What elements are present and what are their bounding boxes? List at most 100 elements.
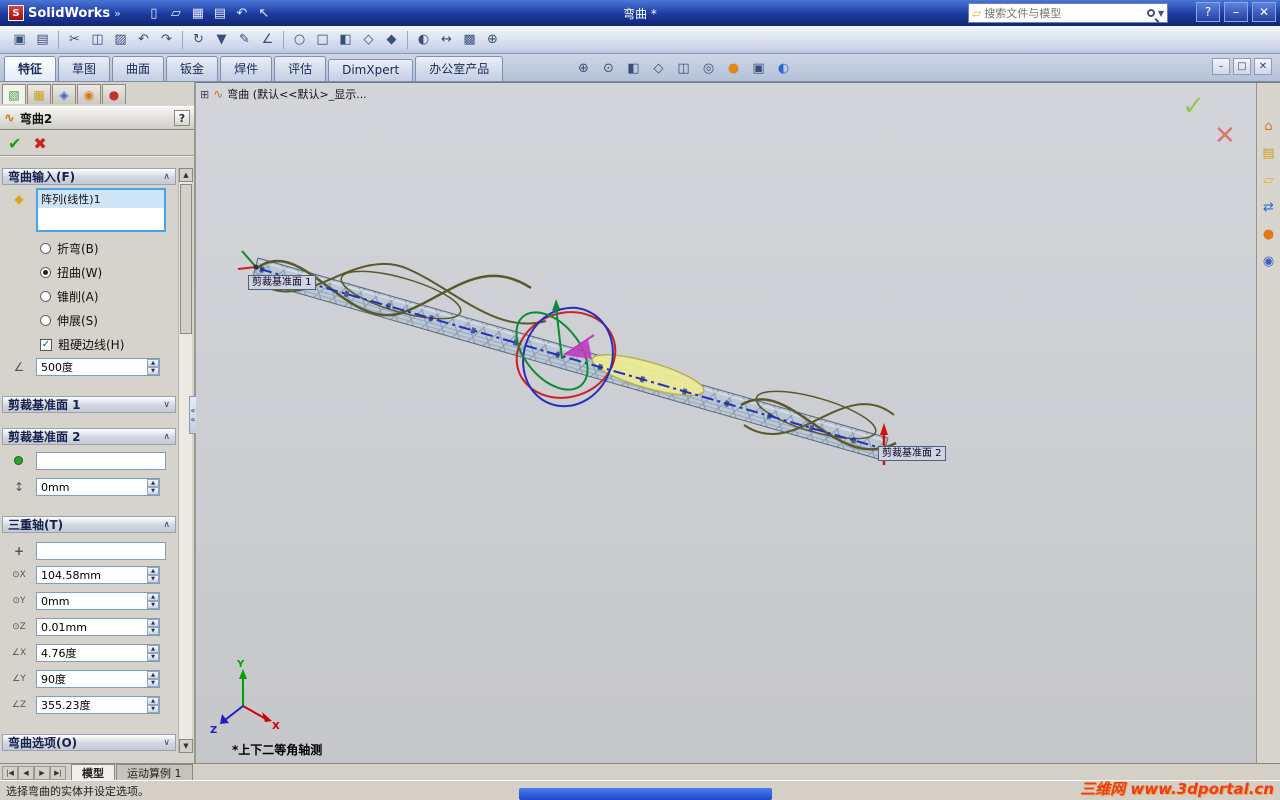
value-stepper[interactable]: ▲ ▼ [147, 619, 159, 635]
angle-input[interactable]: 500度 ▲ ▼ [36, 358, 160, 376]
section-view-icon[interactable]: ◐ [412, 29, 435, 51]
trim-plane-1-marker[interactable] [237, 250, 259, 270]
bodies-to-flex-listbox[interactable]: 阵列(线性)1 [36, 188, 166, 232]
triad-value-input[interactable]: 104.58mm ▲ ▼ [36, 566, 160, 584]
trim-plane-2-reference-input[interactable] [36, 452, 166, 470]
zoom-area-icon[interactable]: ⊙ [597, 57, 620, 79]
hide-show-icon[interactable]: ◎ [697, 57, 720, 79]
triad-value-input[interactable]: 4.76度 ▲ ▼ [36, 644, 160, 662]
trim-plane-2-offset-input[interactable]: 0mm ▲ ▼ [36, 478, 160, 496]
tab-dimxpert[interactable]: DimXpert [328, 59, 414, 81]
close-button[interactable]: ✕ [1252, 2, 1276, 22]
value-stepper[interactable]: ▲ ▼ [147, 697, 159, 713]
open-icon[interactable]: ▱ [165, 3, 187, 23]
trim-plane-1-label[interactable]: 剪裁基准面 1 [248, 275, 316, 290]
design-library-icon[interactable]: ▤ [1260, 144, 1278, 162]
app-logo[interactable]: S SolidWorks » [0, 5, 129, 21]
model-canvas[interactable]: Y X Z [196, 83, 1256, 763]
section-header-trim-plane-1[interactable]: 剪裁基准面 1 ∨ [2, 396, 176, 413]
section-header-flex-options[interactable]: 弯曲选项(O) ∨ [2, 734, 176, 751]
radio-taper[interactable]: 锥削(A) [40, 288, 99, 304]
value-stepper[interactable]: ▲ ▼ [147, 645, 159, 661]
section-header-flex-input[interactable]: 弯曲输入(F) ∧ [2, 168, 176, 185]
doc-minimize-button[interactable]: – [1212, 58, 1230, 75]
tab-motion-study[interactable]: 运动算例 1 [116, 764, 193, 780]
pm-help-button[interactable]: ? [174, 110, 190, 126]
rewind-button[interactable]: |◀ [2, 766, 18, 780]
selected-entity[interactable]: 阵列(线性)1 [38, 190, 164, 208]
value-stepper[interactable]: ▲ ▼ [147, 671, 159, 687]
view-orientation-icon[interactable]: ◇ [647, 57, 670, 79]
mirror-icon[interactable]: ◧ [334, 29, 357, 51]
dimxpertmanager-tab[interactable]: ◈ [52, 84, 76, 104]
feature-tree-flyout[interactable]: ⊞ ∿ 弯曲 (默认<<默认>_显示... [200, 86, 367, 102]
radio-bend[interactable]: 折弯(B) [40, 240, 99, 256]
triad-value-input[interactable]: 0mm ▲ ▼ [36, 592, 160, 610]
shaded-icon[interactable]: ◆ [380, 29, 403, 51]
doc-close-button[interactable]: ✕ [1254, 58, 1272, 75]
file-explorer-icon[interactable]: ▱ [1260, 171, 1278, 189]
tree-root-label[interactable]: 弯曲 (默认<<默认>_显示... [227, 86, 366, 102]
tab-model[interactable]: 模型 [71, 764, 115, 780]
propertymanager-tab[interactable]: ▧ [2, 84, 26, 104]
search-icon[interactable] [1146, 9, 1155, 17]
print-preview-icon[interactable]: ▤ [31, 29, 54, 51]
scroll-up-icon[interactable]: ▲ [179, 168, 193, 182]
copy-icon[interactable]: ◫ [86, 29, 109, 51]
trim-plane-2-label[interactable]: 剪裁基准面 2 [878, 446, 946, 461]
minimize-button[interactable]: – [1224, 2, 1248, 22]
redo-icon[interactable]: ↷ [155, 29, 178, 51]
undo-icon[interactable]: ↶ [132, 29, 155, 51]
radio-stretch[interactable]: 伸展(S) [40, 312, 98, 328]
appearances-tab[interactable]: ● [102, 84, 126, 104]
hard-edges-checkbox-row[interactable]: ✓ 粗硬边线(H) [40, 336, 124, 353]
next-button[interactable]: ▶ [34, 766, 50, 780]
offset-stepper[interactable]: ▲ ▼ [147, 479, 159, 495]
save-icon[interactable]: ▦ [187, 3, 209, 23]
wireframe-icon[interactable]: ◇ [357, 29, 380, 51]
search-dropdown-icon[interactable]: ▼ [1158, 9, 1164, 18]
display-style-icon[interactable]: ◫ [672, 57, 695, 79]
view-settings-icon[interactable]: ◐ [772, 57, 795, 79]
tab-office-products[interactable]: 办公室产品 [415, 56, 504, 81]
scrollbar-thumb[interactable] [180, 184, 192, 334]
solidworks-forum-icon[interactable]: ⇄ [1260, 198, 1278, 216]
triad-value-input[interactable]: 355.23度 ▲ ▼ [36, 696, 160, 714]
section-header-triad[interactable]: 三重轴(T) ∧ [2, 516, 176, 533]
configurationmanager-tab[interactable]: ▦ [27, 84, 51, 104]
zoom-icon[interactable]: ⊕ [481, 29, 504, 51]
menu-chevron-icon[interactable]: » [114, 7, 121, 20]
ok-button[interactable]: ✔ [8, 134, 21, 153]
tab-surfaces[interactable]: 曲面 [112, 56, 165, 81]
cancel-button[interactable]: ✖ [33, 134, 46, 153]
help-button[interactable]: ? [1196, 2, 1220, 22]
apply-scene-icon[interactable]: ▣ [747, 57, 770, 79]
zoom-fit-icon[interactable]: ⊕ [572, 57, 595, 79]
confirmation-ok-icon[interactable]: ✓ [1182, 89, 1205, 122]
section-view-icon[interactable]: ◧ [622, 57, 645, 79]
appearances-icon[interactable]: ● [1260, 225, 1278, 243]
fwd-button[interactable]: ▶| [50, 766, 66, 780]
scroll-down-icon[interactable]: ▼ [179, 739, 193, 753]
sketch-icon[interactable]: ✎ [233, 29, 256, 51]
screen-capture-icon[interactable]: ▣ [8, 29, 31, 51]
triad-origin-input[interactable] [36, 542, 166, 560]
confirmation-cancel-icon[interactable]: ✕ [1214, 121, 1236, 151]
cut-icon[interactable]: ✂ [63, 29, 86, 51]
undo-icon[interactable]: ↶ [231, 3, 253, 23]
solidworks-resources-icon[interactable]: ⌂ [1260, 117, 1278, 135]
prev-button[interactable]: ◀ [18, 766, 34, 780]
expand-tree-icon[interactable]: ⊞ [200, 88, 209, 101]
rectangle-tool-icon[interactable]: □ [311, 29, 334, 51]
radio-twist[interactable]: 扭曲(W) [40, 264, 102, 280]
displaymanager-tab[interactable]: ◉ [77, 84, 101, 104]
triad-value-input[interactable]: 90度 ▲ ▼ [36, 670, 160, 688]
tab-weldments[interactable]: 焊件 [220, 56, 273, 81]
triad-value-input[interactable]: 0.01mm ▲ ▼ [36, 618, 160, 636]
tab-sheet-metal[interactable]: 钣金 [166, 56, 219, 81]
angle-stepper[interactable]: ▲ ▼ [147, 359, 159, 375]
smart-dimension-icon[interactable]: ∠ [256, 29, 279, 51]
tab-evaluate[interactable]: 评估 [274, 56, 327, 81]
graphics-area[interactable]: Y X Z ⊞ ∿ 弯曲 (默认<<默认>_显示... ✓ ✕ 剪裁基准面 1 … [196, 82, 1280, 763]
measure-icon[interactable]: ↔ [435, 29, 458, 51]
